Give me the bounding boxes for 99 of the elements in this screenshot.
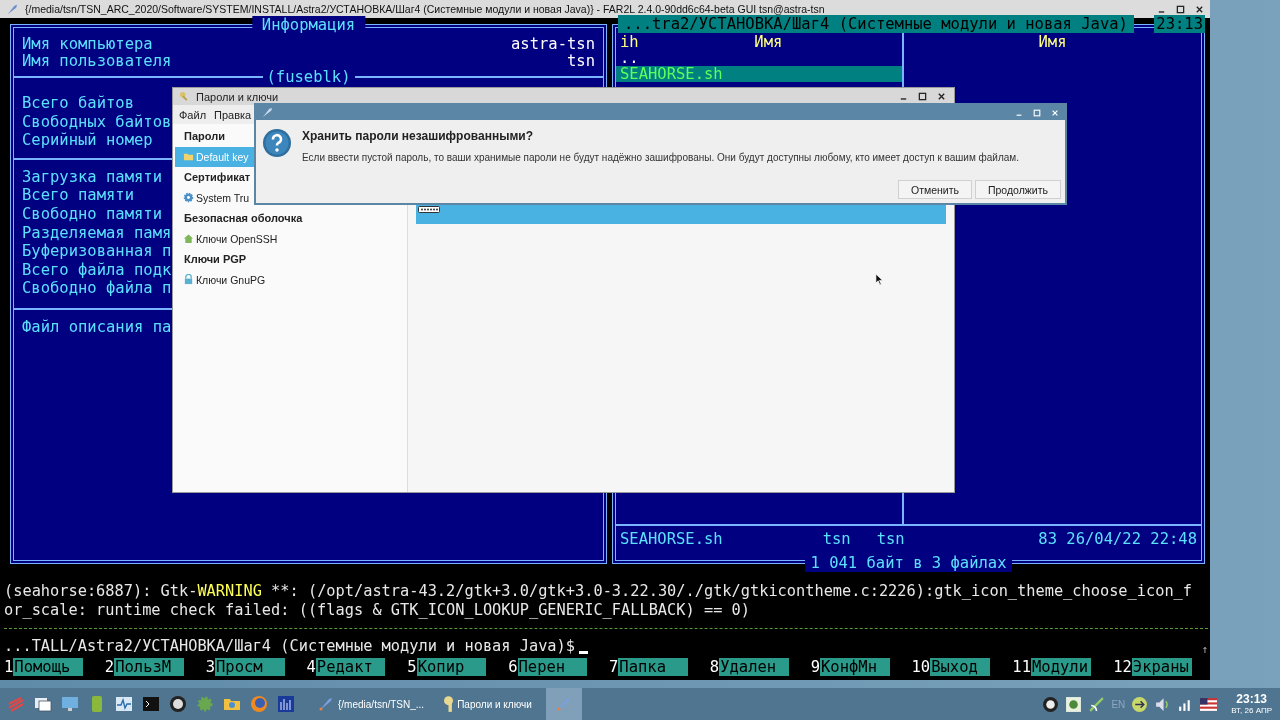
key-number: 11 xyxy=(1011,658,1031,676)
sidebar-heading: Сертификат xyxy=(184,170,251,185)
column-header: Имя xyxy=(1038,34,1067,50)
taskbar-task[interactable]: {/media/tsn/TSN_... xyxy=(312,688,439,720)
sidebar-heading: Пароли xyxy=(184,129,225,144)
function-key[interactable]: Удален xyxy=(719,658,789,676)
function-key[interactable]: Выход xyxy=(930,658,991,676)
filesystem-label: (fuseblk) xyxy=(265,70,352,84)
function-key[interactable]: КонфМн xyxy=(820,658,890,676)
key-number: 1 xyxy=(3,658,14,676)
info-label: Серийный номер xyxy=(22,131,153,150)
info-value: astra-tsn xyxy=(511,36,595,53)
file-group: tsn xyxy=(876,530,905,548)
info-label: Файл описания па xyxy=(22,317,172,337)
key-number: 7 xyxy=(608,658,619,676)
info-label: Свободных байтов xyxy=(22,112,172,132)
console-line: or_scale: runtime check failed: ((flags & GTK_ICON_LOOKUP_GENERIC_FALLBACK) == 0) xyxy=(4,601,751,620)
mouse-pointer-icon xyxy=(875,273,884,286)
lock-icon xyxy=(183,274,194,286)
window-title: Пароли и ключи xyxy=(196,90,279,103)
chart-icon[interactable] xyxy=(276,694,296,714)
function-key[interactable]: Папка xyxy=(618,658,688,676)
key-icon xyxy=(444,696,454,712)
key-number: 12 xyxy=(1112,658,1132,676)
dialog-heading: Хранить пароли незашифрованными? xyxy=(302,128,534,144)
house-icon xyxy=(183,233,194,245)
close-icon[interactable] xyxy=(937,92,946,101)
activity-icon[interactable] xyxy=(114,694,134,714)
function-key[interactable]: Редакт xyxy=(315,658,386,676)
file-owner: tsn xyxy=(822,530,851,548)
info-label: Всего памяти xyxy=(22,186,134,205)
password-icon xyxy=(418,206,440,213)
sidebar-item[interactable]: Ключи OpenSSH xyxy=(173,228,407,249)
circle-icon[interactable] xyxy=(1042,695,1060,713)
info-label: Всего файла подк xyxy=(22,260,172,280)
menu-item[interactable]: Правка xyxy=(214,108,252,121)
column-header: Имя xyxy=(754,34,783,50)
scroll-indicator: ↑ xyxy=(1201,643,1208,656)
text-cursor xyxy=(579,651,588,654)
key-number: 6 xyxy=(507,658,518,676)
info-label: Всего байтов xyxy=(22,94,134,113)
maximize-icon[interactable] xyxy=(1176,4,1185,14)
sidebar-item[interactable]: Ключи GnuPG xyxy=(173,269,407,290)
file-size-date: 83 26/04/22 22:48 xyxy=(1038,530,1197,548)
info-label: Свободно файла п xyxy=(22,279,172,298)
info-label: Разделяемая памя xyxy=(22,223,172,243)
maximize-icon[interactable] xyxy=(918,92,927,101)
menu-item[interactable]: Файл xyxy=(179,108,207,121)
key-number: 3 xyxy=(204,658,215,676)
close-icon[interactable] xyxy=(1195,4,1204,14)
function-key[interactable]: Просм xyxy=(215,658,285,676)
flag-icon[interactable] xyxy=(1200,695,1218,713)
sidebar-heading: Ключи PGP xyxy=(184,252,247,267)
info-label: Имя компьютера xyxy=(22,36,153,53)
usb-icon[interactable] xyxy=(1131,695,1149,713)
folder-icon xyxy=(183,151,194,163)
taskbar-task[interactable]: Пароли и ключи xyxy=(438,688,546,720)
clock-time: 23:13 xyxy=(1236,693,1267,706)
info-label: Имя пользователя xyxy=(22,53,172,70)
file-name: SEAHORSE.sh xyxy=(620,530,723,548)
key-number: 9 xyxy=(809,658,820,676)
file-row[interactable]: .. xyxy=(616,50,902,66)
panel-path: ...tra2/УСТАНОВКА/Шаг4 (Системные модули и новая Java) xyxy=(618,15,1134,33)
key-icon xyxy=(179,91,190,102)
question-icon xyxy=(262,128,292,158)
key-number: 10 xyxy=(910,658,931,676)
dialog-button[interactable]: Продолжить xyxy=(974,180,1061,199)
app-icon[interactable] xyxy=(1065,695,1083,713)
function-key[interactable]: ПользМ xyxy=(114,658,184,676)
function-key[interactable]: Копир xyxy=(416,658,487,676)
column-header: ih xyxy=(620,34,639,50)
info-label: Свободно памяти xyxy=(22,204,162,224)
files-summary: 1 041 байт в 3 файлах xyxy=(804,554,1013,572)
info-label: Буферизованная п xyxy=(22,242,172,261)
key-number: 5 xyxy=(406,658,417,676)
dialog-message: Если ввести пустой пароль, то ваши хранимые пароли не будут надёжно зашифрованы. Они будут доступны любому, кто имеет доступ к вашим файлам. xyxy=(302,152,1019,163)
circle-icon[interactable] xyxy=(168,694,188,714)
info-value: tsn xyxy=(567,53,595,70)
gear-icon xyxy=(183,192,194,204)
clock: 23:13 xyxy=(1154,15,1205,33)
window-title: {/media/tsn/TSN_ARC_2020/Software/SYSTEM/INSTALL/Astra2/УСТАНОВКА/Шаг4 (Системные модули и новая Java)} - FAR2L 2.4.0-90dd6c64-beta GUI tsn@astra-tsn xyxy=(25,3,825,15)
key-number: 8 xyxy=(708,658,720,676)
command-prompt: ...TALL/Astra2/УСТАНОВКА/Шаг4 (Системные модули и новая Java)$ xyxy=(4,637,575,656)
function-key[interactable]: Перен xyxy=(517,658,587,676)
sidebar-heading: Безопасная оболочка xyxy=(184,211,303,226)
globe-icon[interactable] xyxy=(249,694,269,714)
key-number: 4 xyxy=(305,658,316,676)
panel-title: Информация xyxy=(251,16,366,34)
monitor-icon[interactable] xyxy=(60,694,80,714)
file-row[interactable]: SEAHORSE.sh xyxy=(616,66,902,82)
console-line: (seahorse:6887): Gtk-WARNING **: (/opt/astra-43.2/gtk+3.0/gtk+3.0-3.22.30/./gtk/gtkicontheme.c:2226):gtk_icon_theme_choose_icon_f xyxy=(4,582,1194,601)
clock-date: ВТ, 26 АПР xyxy=(1231,706,1272,715)
function-key[interactable]: Экраны xyxy=(1131,658,1192,676)
function-key[interactable]: Помощь xyxy=(13,658,83,676)
key-number: 2 xyxy=(103,658,115,676)
info-label: Загрузка памяти xyxy=(22,167,162,187)
terminal-icon[interactable] xyxy=(141,694,161,714)
function-key[interactable]: Модули xyxy=(1031,658,1092,676)
dialog-button[interactable]: Отменить xyxy=(898,180,972,199)
